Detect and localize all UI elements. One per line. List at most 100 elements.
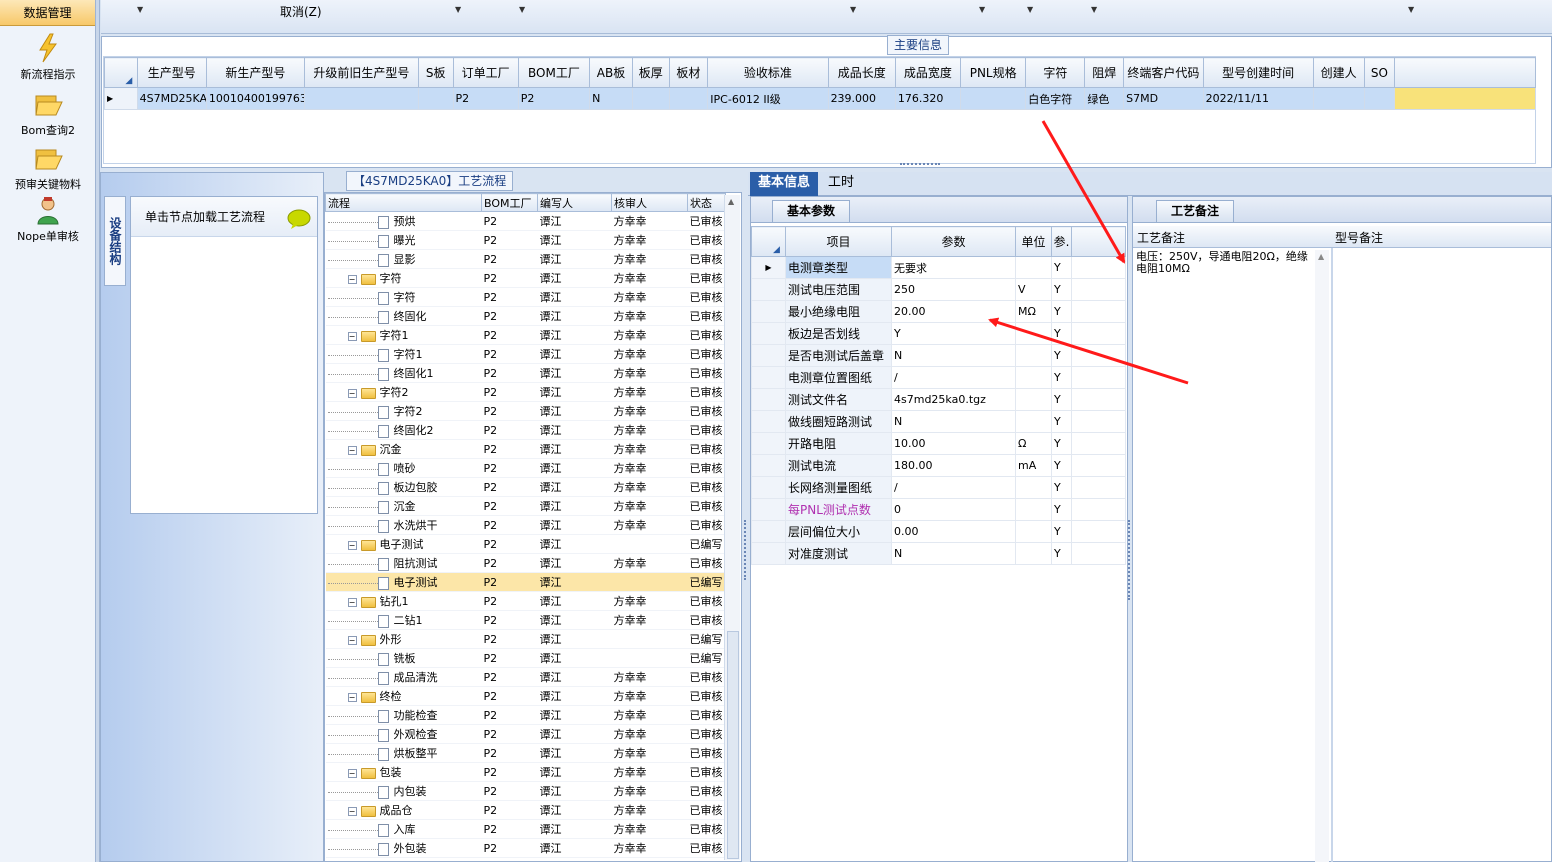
tree-row[interactable]: 二钻1 P2 谭江 方幸幸 已审核 <box>325 610 726 630</box>
param-unit[interactable] <box>1015 542 1052 565</box>
chevron-down-icon[interactable]: ▼ <box>455 5 461 14</box>
scroll-up-icon[interactable]: ▲ <box>1318 252 1324 261</box>
tree-row[interactable]: − 终检 P2 谭江 方幸幸 已审核 <box>325 686 726 706</box>
param-value[interactable]: N <box>891 410 1016 433</box>
column-header[interactable]: 新生产型号 <box>205 57 305 88</box>
collapse-icon[interactable]: − <box>347 445 357 455</box>
tree-row[interactable]: − 包装 P2 谭江 方幸幸 已审核 <box>325 762 726 782</box>
row-header[interactable] <box>751 410 786 433</box>
collapse-icon[interactable]: − <box>347 331 357 341</box>
param-row[interactable]: 最小绝缘电阻 20.00 MΩ Y <box>751 300 1126 323</box>
row-header[interactable] <box>751 300 786 323</box>
param-column-header[interactable]: 参. <box>1051 226 1072 257</box>
tree-column-header[interactable]: 流程 <box>325 193 482 212</box>
collapse-icon[interactable]: − <box>347 388 357 398</box>
scroll-thumb[interactable] <box>727 631 739 859</box>
column-header[interactable]: 型号创建时间 <box>1202 57 1314 88</box>
param-row[interactable]: 做线圈短路测试 N Y <box>751 410 1126 433</box>
param-value[interactable]: N <box>891 344 1016 367</box>
param-unit[interactable] <box>1015 344 1052 367</box>
process-note-text[interactable]: 电压：250V，导通电阻20Ω，绝缘电阻10MΩ <box>1136 251 1316 275</box>
row-indicator-icon[interactable]: ▶ <box>751 256 786 279</box>
param-value[interactable]: 10.00 <box>891 432 1016 455</box>
tree-column-header[interactable]: 核审人 <box>611 193 688 212</box>
param-flag[interactable]: Y <box>1051 432 1072 455</box>
row-header[interactable] <box>751 542 786 565</box>
tree-row[interactable]: 成品清洗 P2 谭江 方幸幸 已审核 <box>325 667 726 687</box>
tree-column-header[interactable]: 状态 <box>687 193 726 212</box>
cell[interactable]: N <box>589 87 633 110</box>
cell[interactable]: S7MD <box>1123 87 1204 110</box>
tree-row[interactable]: 板边包胶 P2 谭江 方幸幸 已审核 <box>325 477 726 497</box>
param-value[interactable]: / <box>891 476 1016 499</box>
column-header[interactable]: 生产型号 <box>136 57 207 88</box>
row-header[interactable] <box>751 520 786 543</box>
param-value[interactable]: 250 <box>891 278 1016 301</box>
tree-row[interactable]: 功能检查 P2 谭江 方幸幸 已审核 <box>325 705 726 725</box>
tree-row[interactable]: 喷砂 P2 谭江 方幸幸 已审核 <box>325 458 726 478</box>
chevron-down-icon[interactable]: ▼ <box>979 5 985 14</box>
column-header[interactable]: 创建人 <box>1312 57 1365 88</box>
param-unit[interactable] <box>1015 410 1052 433</box>
column-header[interactable]: 成品宽度 <box>894 57 962 88</box>
chevron-down-icon[interactable]: ▼ <box>137 5 143 14</box>
row-header[interactable] <box>751 366 786 389</box>
cell[interactable] <box>960 87 1027 110</box>
nav-item-bom-query[interactable]: Bom查询2 <box>0 88 96 138</box>
tree-row[interactable]: 终固化 P2 谭江 方幸幸 已审核 <box>325 306 726 326</box>
param-column-header[interactable]: 单位 <box>1015 226 1052 257</box>
param-unit[interactable] <box>1015 322 1052 345</box>
collapse-icon[interactable]: − <box>347 806 357 816</box>
param-row[interactable]: 对准度测试 N Y <box>751 542 1126 565</box>
param-flag[interactable]: Y <box>1051 256 1072 279</box>
param-value[interactable]: 180.00 <box>891 454 1016 477</box>
splitter-grip[interactable] <box>900 163 940 168</box>
param-flag[interactable]: Y <box>1051 454 1072 477</box>
scroll-up-icon[interactable]: ▲ <box>728 197 734 206</box>
cell[interactable] <box>631 87 670 110</box>
tree-row[interactable]: 入库 P2 谭江 方幸幸 已审核 <box>325 819 726 839</box>
cell[interactable]: 10010400199763 <box>205 87 305 110</box>
tree-row[interactable]: − 字符 P2 谭江 方幸幸 已审核 <box>325 268 726 288</box>
collapse-icon[interactable]: − <box>347 692 357 702</box>
param-row[interactable]: 板边是否划线 Y Y <box>751 322 1126 345</box>
tree-row[interactable]: 字符2 P2 谭江 方幸幸 已审核 <box>325 401 726 421</box>
param-value[interactable]: / <box>891 366 1016 389</box>
nav-item-new-flow[interactable]: 新流程指示 <box>0 32 96 82</box>
param-flag[interactable]: Y <box>1051 520 1072 543</box>
tree-row[interactable]: − 钻孔1 P2 谭江 方幸幸 已审核 <box>325 591 726 611</box>
param-unit[interactable]: Ω <box>1015 432 1052 455</box>
grid-corner[interactable]: ◢ <box>104 57 138 88</box>
column-header[interactable]: 订单工厂 <box>452 57 519 88</box>
tab-process-notes[interactable]: 工艺备注 <box>1156 200 1234 222</box>
nav-item-key-material[interactable]: 预审关键物料 <box>0 142 96 192</box>
param-row[interactable]: ▶ 电测章类型 无要求 Y <box>751 256 1126 279</box>
chevron-down-icon[interactable]: ▼ <box>519 5 525 14</box>
column-header[interactable]: S板 <box>417 57 454 88</box>
param-row[interactable]: 每PNL测试点数 0 Y <box>751 498 1126 521</box>
tree-row[interactable]: 外观检查 P2 谭江 方幸幸 已审核 <box>325 724 726 744</box>
tab-equipment-structure[interactable]: 设备结构 <box>104 196 126 286</box>
cell[interactable]: 绿色 <box>1084 87 1125 110</box>
param-row[interactable]: 电测章位置图纸 / Y <box>751 366 1126 389</box>
row-header[interactable] <box>751 278 786 301</box>
column-header[interactable]: 字符 <box>1025 57 1086 88</box>
param-unit[interactable]: V <box>1015 278 1052 301</box>
tree-column-header[interactable]: BOM工厂 <box>481 193 538 212</box>
param-flag[interactable]: Y <box>1051 344 1072 367</box>
cell[interactable] <box>1312 87 1365 110</box>
param-unit[interactable]: mA <box>1015 454 1052 477</box>
tree-row[interactable]: 字符 P2 谭江 方幸幸 已审核 <box>325 287 726 307</box>
param-row[interactable]: 开路电阻 10.00 Ω Y <box>751 432 1126 455</box>
tree-row[interactable]: 显影 P2 谭江 方幸幸 已审核 <box>325 249 726 269</box>
tree-row[interactable]: 水洗烘干 P2 谭江 方幸幸 已审核 <box>325 515 726 535</box>
cell[interactable]: 2022/11/11 <box>1202 87 1314 110</box>
param-flag[interactable]: Y <box>1051 410 1072 433</box>
column-header[interactable]: 验收标准 <box>707 57 829 88</box>
param-flag[interactable]: Y <box>1051 542 1072 565</box>
column-header[interactable]: AB板 <box>589 57 633 88</box>
row-header[interactable] <box>751 322 786 345</box>
param-unit[interactable] <box>1015 476 1052 499</box>
column-header[interactable]: 板厚 <box>631 57 670 88</box>
tree-row[interactable]: 出库P2谭江方幸幸已审核 <box>325 857 726 861</box>
